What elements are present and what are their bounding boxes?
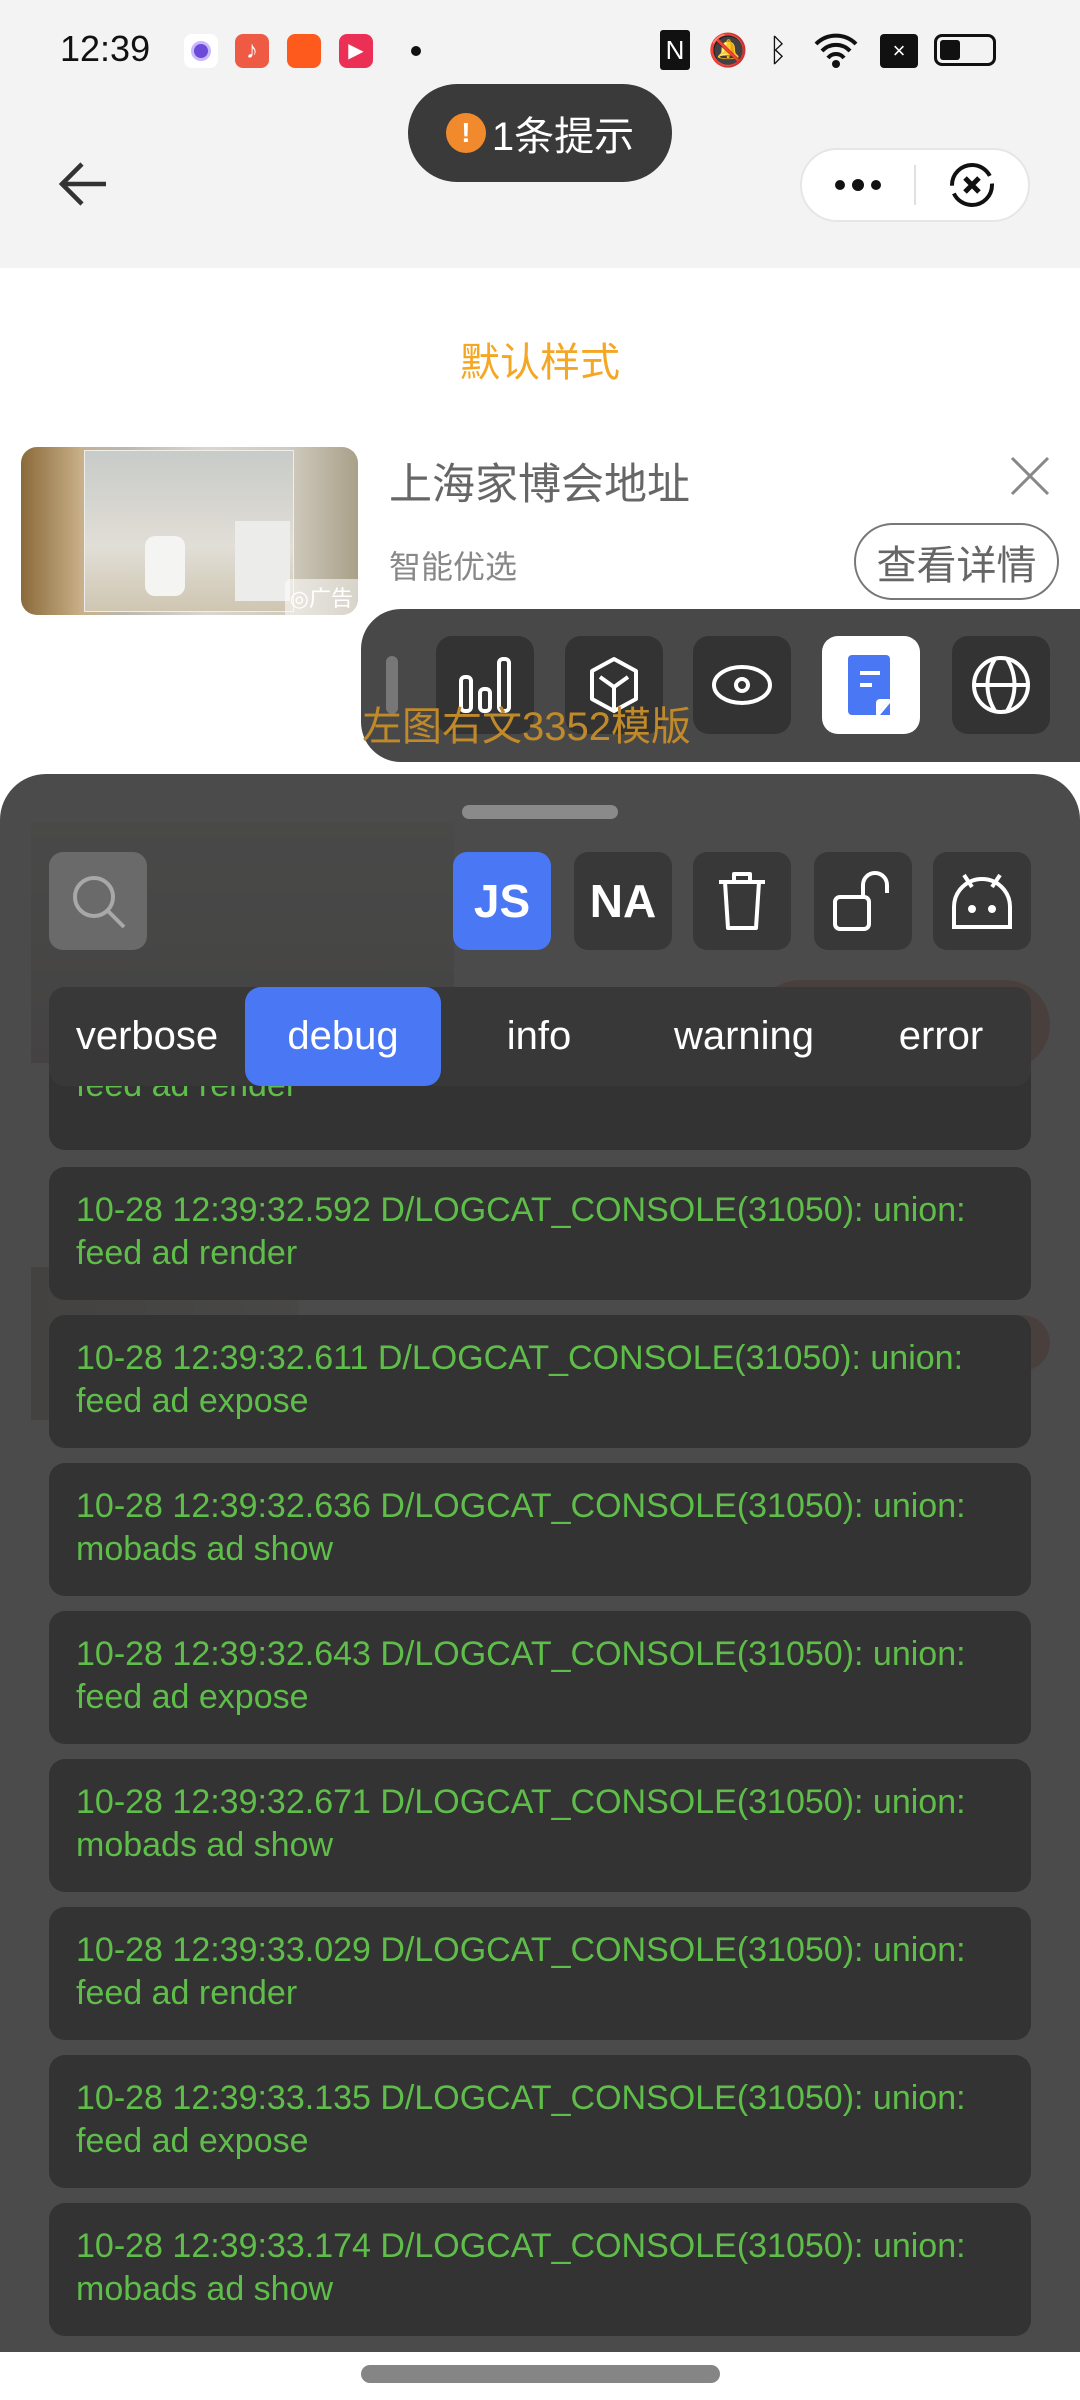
android-logcat-button[interactable] bbox=[933, 852, 1031, 950]
log-text: feed ad render bbox=[76, 1974, 298, 2012]
status-time: 12:39 bbox=[60, 28, 151, 69]
close-circle-icon bbox=[950, 163, 994, 207]
nfc-icon: N bbox=[660, 30, 690, 70]
ad-subtitle: 智能优选 bbox=[389, 549, 518, 585]
log-item[interactable]: 10-28 12:39:33.135 D/LOGCAT_CONSOLE(3105… bbox=[49, 2055, 1031, 2188]
bluetooth-icon: ᛒ bbox=[768, 32, 788, 68]
ad-label: ◎广告 bbox=[284, 579, 358, 615]
log-text: 10-28 12:39:32.643 D/LOGCAT_CONSOLE(3105… bbox=[76, 1635, 966, 1673]
search-icon bbox=[73, 876, 126, 929]
log-item[interactable]: 10-28 12:39:32.643 D/LOGCAT_CONSOLE(3105… bbox=[49, 1611, 1031, 1744]
log-text: feed ad expose bbox=[76, 1382, 309, 1420]
warning-icon: ! bbox=[445, 113, 486, 153]
inspect-button[interactable] bbox=[693, 636, 791, 734]
toast-text: 1条提示 bbox=[491, 115, 635, 159]
close-miniapp-button[interactable] bbox=[916, 150, 1028, 220]
ad-title[interactable]: 上海家博会地址 bbox=[389, 450, 690, 512]
back-arrow-icon bbox=[58, 162, 106, 206]
android-icon bbox=[952, 873, 1012, 929]
js-log-tab[interactable]: JS bbox=[453, 852, 551, 950]
log-text: feed ad render bbox=[76, 1234, 298, 1272]
log-text: 10-28 12:39:33.174 D/LOGCAT_CONSOLE(3105… bbox=[76, 2227, 966, 2265]
notification-dot-icon bbox=[411, 46, 421, 56]
log-item[interactable]: 10-28 12:39:33.174 D/LOGCAT_CONSOLE(3105… bbox=[49, 2203, 1031, 2336]
log-text: mobads ad show bbox=[76, 1826, 334, 1864]
hint-toast[interactable]: ! 1条提示 bbox=[408, 84, 672, 182]
panel-drag-handle[interactable] bbox=[462, 805, 618, 819]
log-document-icon bbox=[848, 655, 890, 715]
home-indicator[interactable] bbox=[361, 2365, 720, 2383]
more-icon bbox=[835, 179, 881, 191]
log-text: feed ad expose bbox=[76, 1678, 309, 1716]
log-text: 10-28 12:39:32.671 D/LOGCAT_CONSOLE(3105… bbox=[76, 1783, 966, 1821]
search-button[interactable] bbox=[49, 852, 147, 950]
log-item[interactable]: 10-28 12:39:33.029 D/LOGCAT_CONSOLE(3105… bbox=[49, 1907, 1031, 2040]
network-button[interactable] bbox=[952, 636, 1050, 734]
wifi-icon bbox=[812, 30, 860, 70]
clear-logs-button[interactable] bbox=[693, 852, 791, 950]
music-app-icon: ♪ bbox=[235, 34, 269, 68]
bathroom-photo bbox=[84, 450, 294, 612]
back-button[interactable] bbox=[52, 152, 116, 216]
video-play-icon: ▶ bbox=[339, 34, 373, 68]
log-text: mobads ad show bbox=[76, 2270, 334, 2308]
log-item[interactable]: 10-28 12:39:32.611 D/LOGCAT_CONSOLE(3105… bbox=[49, 1315, 1031, 1448]
circle-app-icon bbox=[184, 34, 218, 68]
log-text: 10-28 12:39:33.135 D/LOGCAT_CONSOLE(3105… bbox=[76, 2079, 966, 2117]
native-log-tab[interactable]: NA bbox=[574, 852, 672, 950]
log-text: 10-28 12:39:32.636 D/LOGCAT_CONSOLE(3105… bbox=[76, 1487, 966, 1525]
more-button[interactable] bbox=[802, 150, 914, 220]
log-text: mobads ad show bbox=[76, 1530, 334, 1568]
log-item[interactable]: 10-28 12:39:32.636 D/LOGCAT_CONSOLE(3105… bbox=[49, 1463, 1031, 1596]
level-tab-warning[interactable]: warning bbox=[637, 987, 851, 1086]
log-list[interactable]: feed ad render 10-28 12:39:32.592 D/LOGC… bbox=[49, 1017, 1031, 2350]
level-tab-debug[interactable]: debug bbox=[245, 987, 441, 1086]
kuaishou-icon bbox=[287, 34, 321, 68]
close-icon bbox=[1010, 456, 1050, 496]
globe-icon bbox=[972, 656, 1030, 714]
capsule-menu bbox=[800, 148, 1030, 222]
log-item[interactable]: 10-28 12:39:32.671 D/LOGCAT_CONSOLE(3105… bbox=[49, 1759, 1031, 1892]
log-text: 10-28 12:39:33.029 D/LOGCAT_CONSOLE(3105… bbox=[76, 1931, 966, 1969]
level-tab-verbose[interactable]: verbose bbox=[49, 987, 245, 1086]
log-button[interactable] bbox=[822, 636, 920, 734]
eye-icon bbox=[712, 665, 772, 705]
level-tab-info[interactable]: info bbox=[441, 987, 637, 1086]
section-title-behind: 左图右文3352模版 bbox=[362, 705, 691, 749]
log-level-tabs: verbose debug info warning error bbox=[49, 987, 1031, 1086]
trash-icon bbox=[719, 872, 765, 930]
level-tab-error[interactable]: error bbox=[851, 987, 1031, 1086]
battery-icon bbox=[934, 34, 996, 66]
log-text: 10-28 12:39:32.592 D/LOGCAT_CONSOLE(3105… bbox=[76, 1191, 966, 1229]
log-item[interactable]: 10-28 12:39:32.592 D/LOGCAT_CONSOLE(3105… bbox=[49, 1167, 1031, 1300]
ad-close-button[interactable] bbox=[1008, 454, 1052, 498]
log-text: 10-28 12:39:32.611 D/LOGCAT_CONSOLE(3105… bbox=[76, 1339, 964, 1377]
view-details-button[interactable]: 查看详情 bbox=[854, 523, 1059, 600]
ad-image[interactable]: ◎广告 bbox=[21, 447, 358, 615]
mute-icon: 🔕 bbox=[708, 32, 748, 68]
lock-scroll-button[interactable] bbox=[814, 852, 912, 950]
unlock-icon bbox=[833, 871, 889, 931]
page-title: 默认样式 bbox=[460, 341, 620, 385]
sim-off-icon: × bbox=[880, 34, 918, 68]
log-text: feed ad expose bbox=[76, 2122, 309, 2160]
